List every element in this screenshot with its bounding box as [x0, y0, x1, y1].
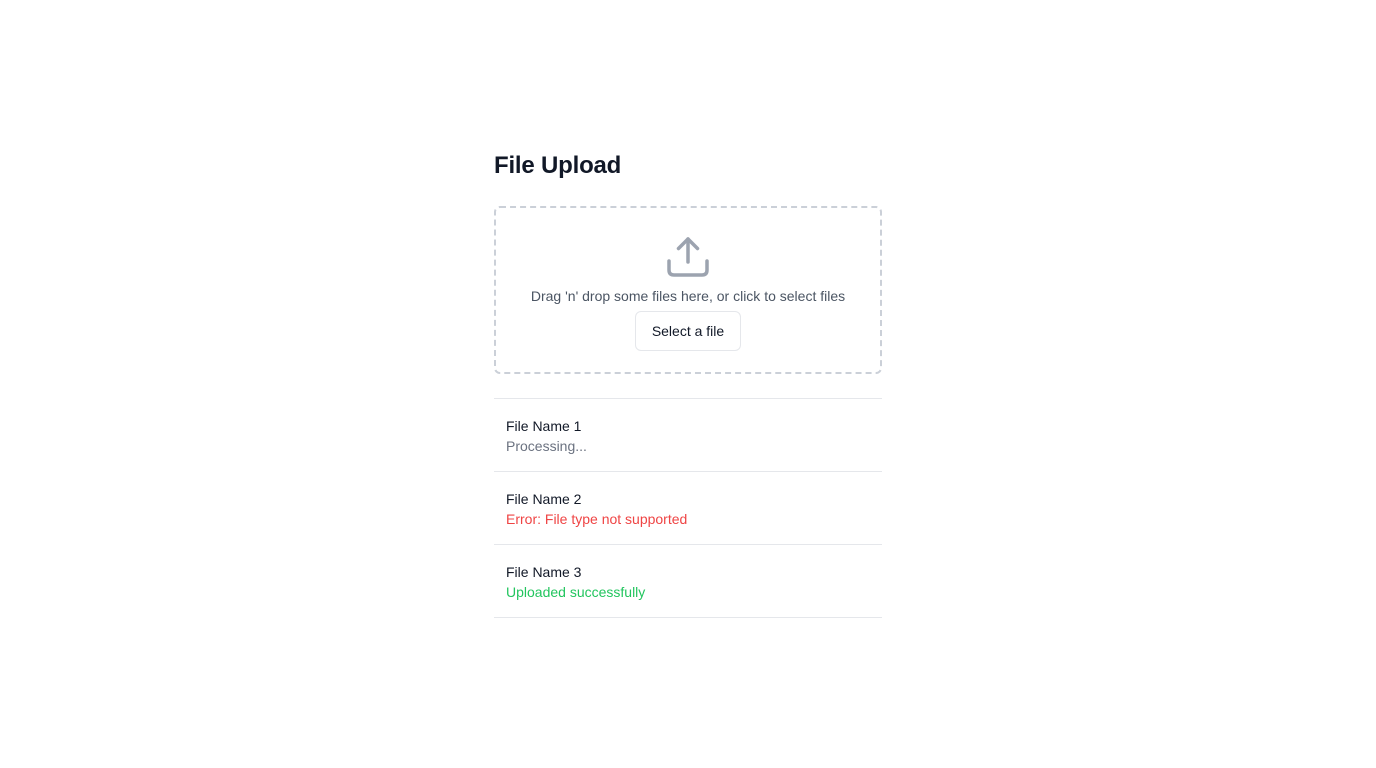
- file-list: File Name 1 Processing... File Name 2 Er…: [494, 398, 882, 618]
- file-name: File Name 2: [506, 491, 582, 507]
- file-list-item: File Name 1 Processing...: [494, 399, 882, 472]
- file-name: File Name 1: [506, 418, 582, 434]
- page-title: File Upload: [494, 152, 622, 179]
- file-dropzone[interactable]: Drag 'n' drop some files here, or click …: [494, 206, 882, 374]
- select-file-button[interactable]: Select a file: [634, 311, 742, 351]
- upload-icon: [667, 237, 709, 277]
- file-name: File Name 3: [506, 564, 582, 580]
- file-status: Processing...: [506, 438, 587, 454]
- dropzone-instructions: Drag 'n' drop some files here, or click …: [530, 288, 846, 304]
- file-list-item: File Name 3 Uploaded successfully: [494, 545, 882, 618]
- file-status: Error: File type not supported: [506, 511, 688, 527]
- file-list-item: File Name 2 Error: File type not support…: [494, 472, 882, 545]
- file-upload-panel: File Upload Drag 'n' drop some files her…: [494, 148, 882, 618]
- file-status: Uploaded successfully: [506, 584, 646, 600]
